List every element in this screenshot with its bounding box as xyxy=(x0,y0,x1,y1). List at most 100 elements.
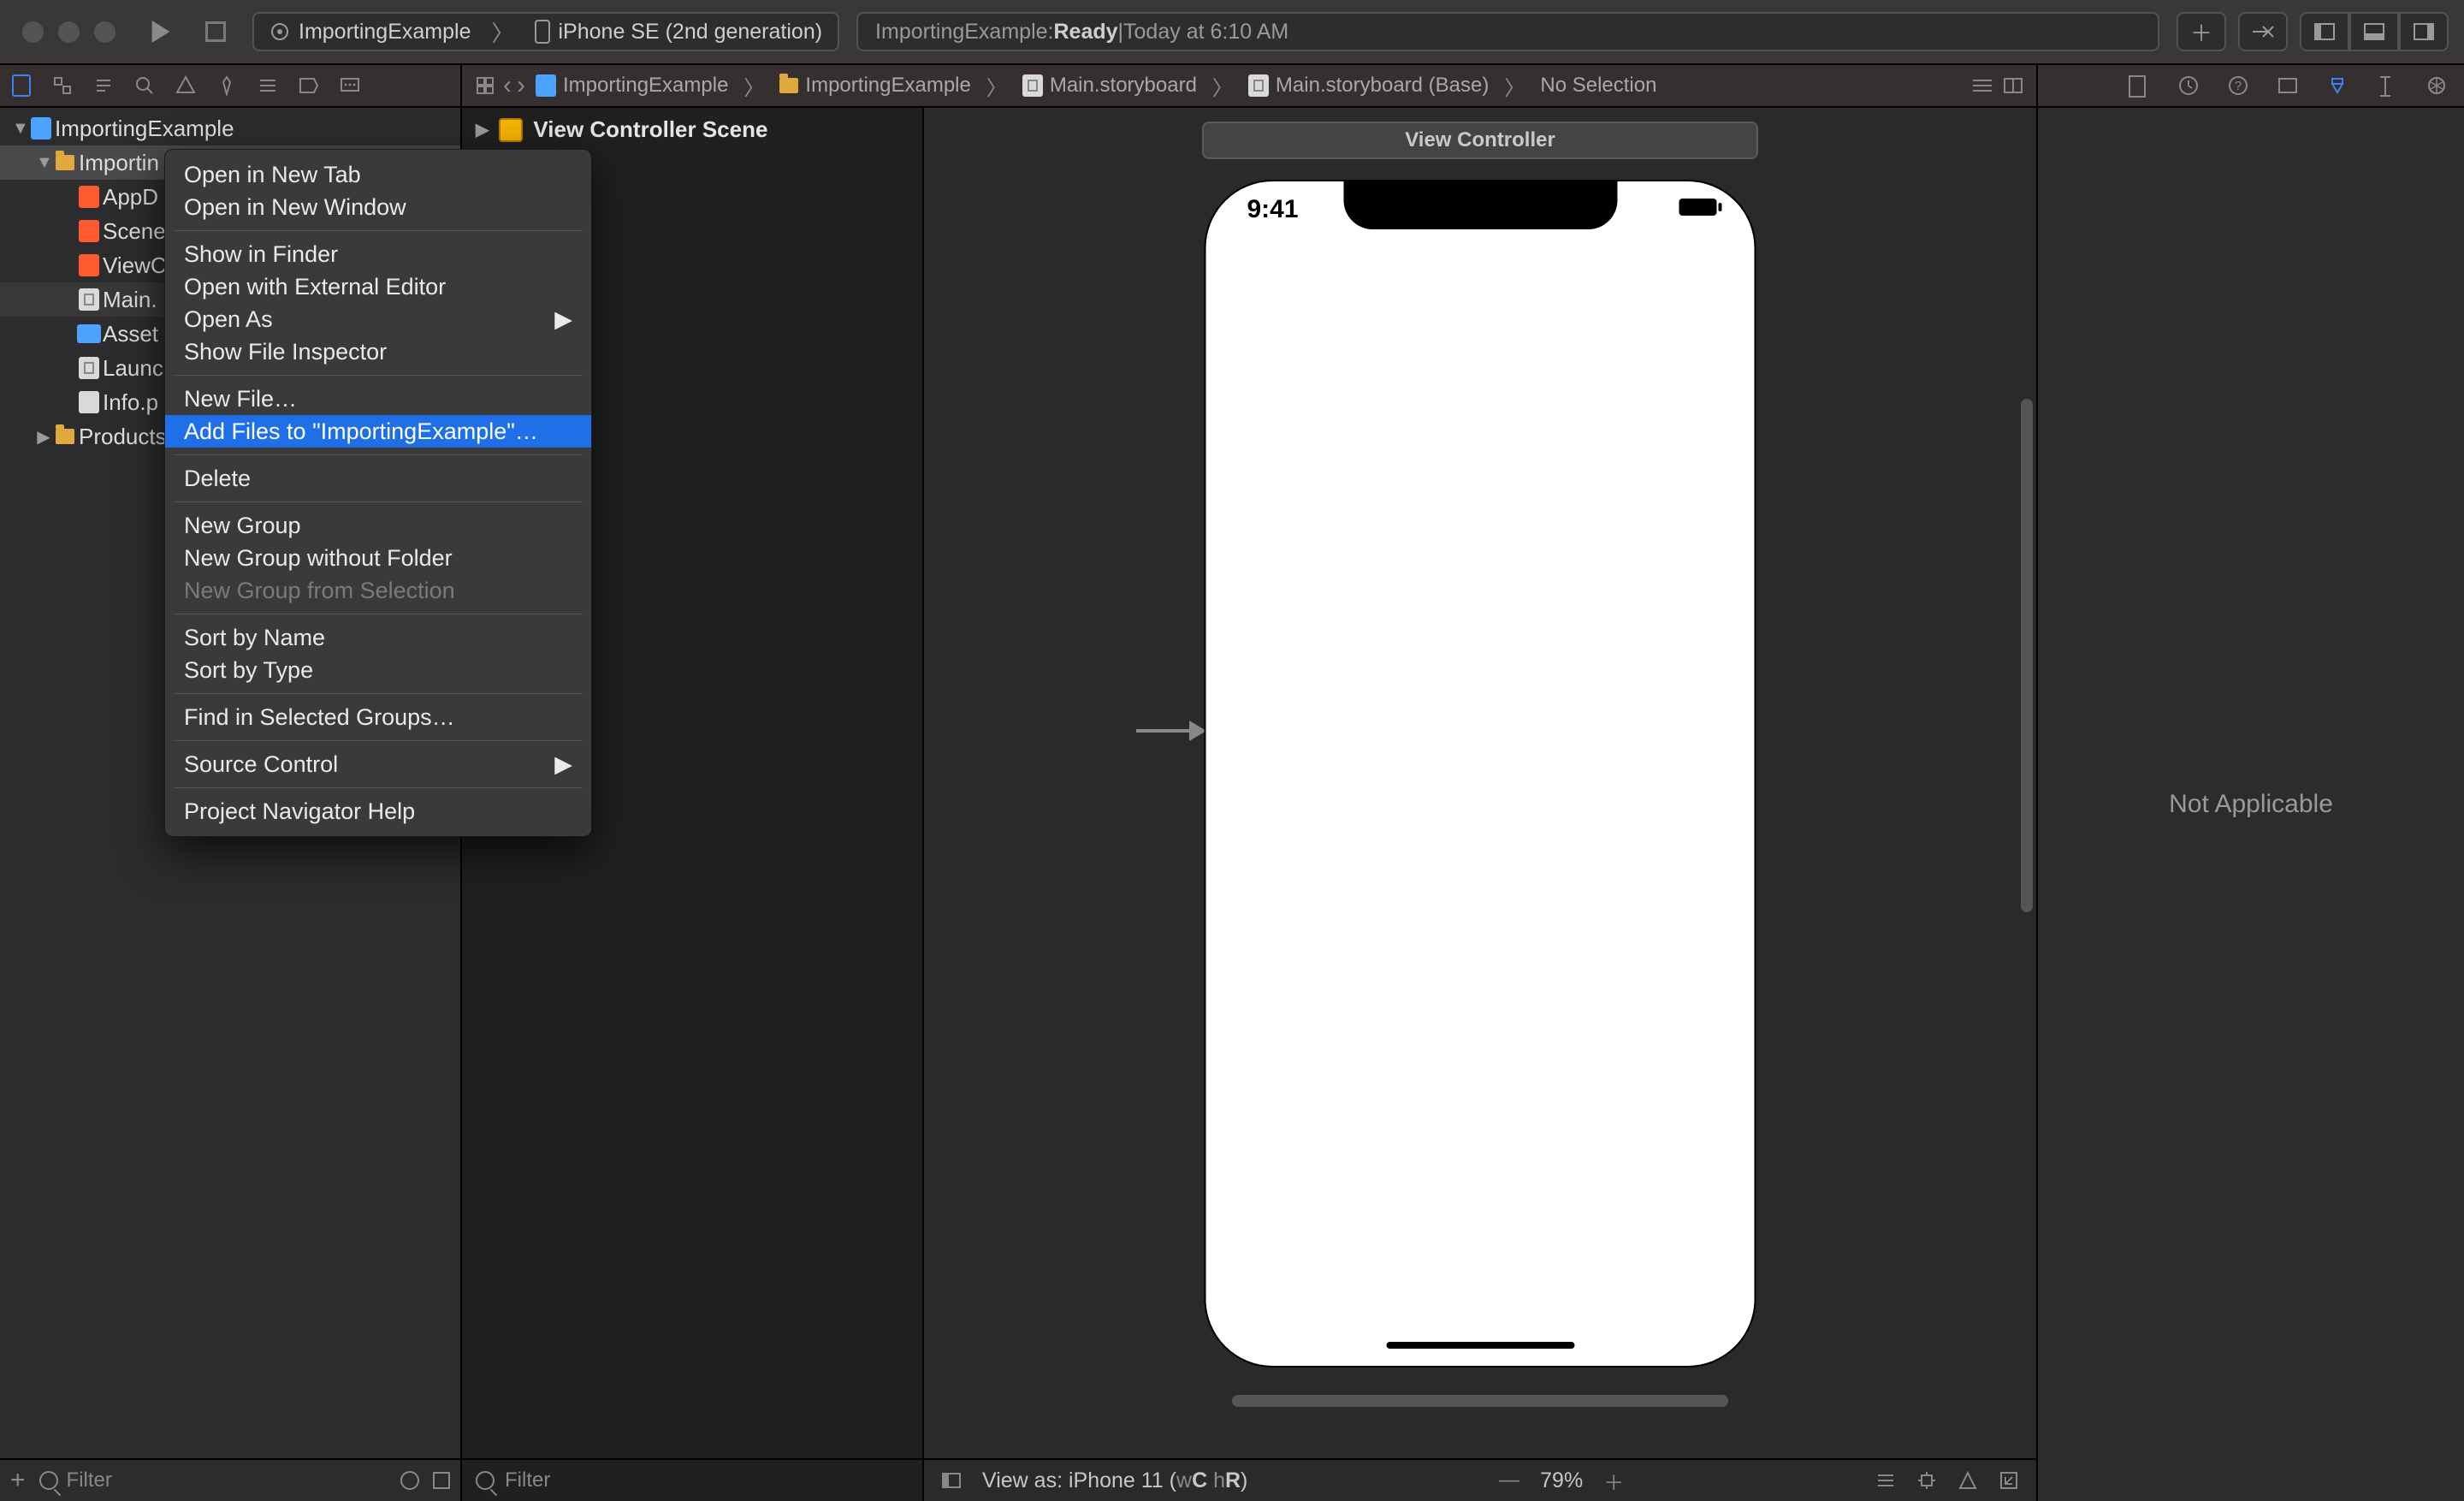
editor-options-icon[interactable] xyxy=(1969,73,1995,98)
crumb-group[interactable]: ImportingExample xyxy=(774,74,975,98)
stop-button[interactable] xyxy=(192,9,239,55)
project-navigator-tab[interactable] xyxy=(9,73,34,98)
menu-label: Open with External Editor xyxy=(184,274,446,300)
row-label: Asset xyxy=(103,321,158,347)
vertical-scrollbar[interactable] xyxy=(2021,399,2033,912)
ib-canvas[interactable]: View Controller 9:41 xyxy=(924,108,2036,1458)
document-outline-toggle[interactable] xyxy=(941,1472,962,1489)
crumb-label: Main.storyboard (Base) xyxy=(1276,74,1489,98)
minimize-window[interactable] xyxy=(58,21,80,43)
disclosure-open-icon[interactable]: ▼ xyxy=(12,119,27,139)
breakpoint-navigator-tab[interactable] xyxy=(296,73,322,98)
menu-sort-by-name[interactable]: Sort by Name xyxy=(165,621,591,654)
run-button[interactable] xyxy=(138,9,184,55)
embed-tool[interactable] xyxy=(1999,1470,2019,1491)
crumb-no-selection[interactable]: No Selection xyxy=(1535,74,1661,98)
zoom-in-button[interactable]: ＋ xyxy=(1603,1466,1624,1496)
add-editor-icon[interactable] xyxy=(2000,73,2026,98)
menu-label: Show File Inspector xyxy=(184,339,387,365)
menu-open-as[interactable]: Open As▶ xyxy=(165,303,591,335)
toggle-right-panel[interactable] xyxy=(2399,12,2449,51)
menu-source-control[interactable]: Source Control▶ xyxy=(165,748,591,780)
file-inspector-tab[interactable] xyxy=(2129,75,2149,96)
outline-scene[interactable]: ▶ View Controller Scene xyxy=(462,108,922,151)
close-window[interactable] xyxy=(22,21,44,43)
disclosure-open-icon[interactable]: ▼ xyxy=(36,153,51,173)
help-inspector-tab[interactable]: ? xyxy=(2228,75,2248,96)
scm-filter-button[interactable] xyxy=(433,1472,450,1489)
menu-navigator-help[interactable]: Project Navigator Help xyxy=(165,795,591,828)
find-navigator-tab[interactable] xyxy=(132,73,157,98)
menu-new-group-nofolder[interactable]: New Group without Folder xyxy=(165,542,591,574)
chevron-icon: 〉 xyxy=(1207,71,1238,101)
menu-show-file-inspector[interactable]: Show File Inspector xyxy=(165,335,591,368)
row-label: ViewC xyxy=(103,252,167,279)
align-tool[interactable] xyxy=(1875,1470,1896,1491)
menu-label: New Group without Folder xyxy=(184,545,453,572)
forward-button[interactable]: › xyxy=(517,71,525,100)
disclosure-closed-icon[interactable]: ▶ xyxy=(476,119,489,140)
menu-open-new-window[interactable]: Open in New Window xyxy=(165,191,591,223)
navigator-filter[interactable]: Filter xyxy=(39,1468,387,1492)
related-items-icon[interactable] xyxy=(472,73,498,98)
zoom-window[interactable] xyxy=(94,21,116,43)
crumb-project[interactable]: ImportingExample xyxy=(530,74,733,98)
scene-title-chip[interactable]: View Controller xyxy=(1202,122,1758,159)
pin-tool[interactable] xyxy=(1916,1470,1937,1491)
back-button[interactable]: ‹ xyxy=(503,71,512,100)
row-label: Launc xyxy=(103,355,163,382)
label-part: h xyxy=(1213,1468,1225,1492)
attributes-inspector-tab[interactable] xyxy=(2327,75,2348,96)
device-frame[interactable]: 9:41 xyxy=(1205,180,1756,1368)
test-navigator-tab[interactable] xyxy=(214,73,240,98)
add-button[interactable]: + xyxy=(10,1466,26,1495)
recent-filter-button[interactable] xyxy=(400,1471,419,1490)
toggle-bottom-panel[interactable] xyxy=(2349,12,2399,51)
view-as-label[interactable]: View as: iPhone 11 (wC hR) xyxy=(982,1468,1247,1493)
report-navigator-tab[interactable] xyxy=(337,73,363,98)
zoom-out-button[interactable]: — xyxy=(1499,1468,1519,1492)
svg-text:?: ? xyxy=(2235,79,2242,93)
history-inspector-tab[interactable] xyxy=(2178,75,2199,96)
menu-new-group[interactable]: New Group xyxy=(165,509,591,542)
label-part: C xyxy=(1192,1468,1213,1492)
zoom-level[interactable]: 79% xyxy=(1540,1468,1583,1493)
scheme-device: iPhone SE (2nd generation) xyxy=(559,14,823,50)
row-label: Products xyxy=(79,424,167,450)
menu-open-with-external[interactable]: Open with External Editor xyxy=(165,270,591,303)
menu-find-in-selected-groups[interactable]: Find in Selected Groups… xyxy=(165,701,591,733)
library-add-button[interactable]: ＋ xyxy=(2177,12,2226,51)
horizontal-scrollbar[interactable] xyxy=(1232,1395,1728,1407)
menu-delete[interactable]: Delete xyxy=(165,462,591,495)
inspector-panel: Not Applicable xyxy=(2036,108,2464,1501)
debug-navigator-tab[interactable] xyxy=(255,73,281,98)
label-part: R xyxy=(1225,1468,1241,1492)
row-label: Importin xyxy=(79,150,159,176)
menu-add-files[interactable]: Add Files to "ImportingExample"… xyxy=(165,415,591,448)
menu-sort-by-type[interactable]: Sort by Type xyxy=(165,654,591,686)
resolve-issues-tool[interactable] xyxy=(1958,1470,1978,1491)
menu-new-file[interactable]: New File… xyxy=(165,383,591,415)
size-inspector-tab[interactable] xyxy=(2377,75,2397,96)
context-menu: Open in New Tab Open in New Window Show … xyxy=(164,149,592,837)
code-review-button[interactable] xyxy=(2238,12,2288,51)
symbol-navigator-tab[interactable] xyxy=(91,73,116,98)
menu-label: Add Files to "ImportingExample"… xyxy=(184,418,538,445)
crumb-storyboard[interactable]: Main.storyboard xyxy=(1017,74,1202,98)
crumb-storyboard-base[interactable]: Main.storyboard (Base) xyxy=(1243,74,1494,98)
menu-open-new-tab[interactable]: Open in New Tab xyxy=(165,158,591,191)
outline-filter[interactable]: Filter xyxy=(505,1468,550,1492)
toggle-left-panel[interactable] xyxy=(2300,12,2349,51)
connections-inspector-tab[interactable] xyxy=(2426,75,2447,96)
menu-show-in-finder[interactable]: Show in Finder xyxy=(165,238,591,270)
project-row[interactable]: ▼ ImportingExample xyxy=(0,111,460,145)
source-control-navigator-tab[interactable] xyxy=(50,73,75,98)
inspector-tabs: ? xyxy=(2036,65,2464,106)
identity-inspector-tab[interactable] xyxy=(2277,75,2298,96)
status-project: ImportingExample: xyxy=(875,20,1053,44)
disclosure-closed-icon[interactable]: ▶ xyxy=(36,426,51,448)
activity-status: ImportingExample: Ready | Today at 6:10 … xyxy=(856,12,2159,51)
issue-navigator-tab[interactable] xyxy=(173,73,198,98)
chevron-right-icon: 〉 xyxy=(486,16,518,48)
scheme-selector[interactable]: ImportingExample 〉 iPhone SE (2nd genera… xyxy=(252,12,839,51)
